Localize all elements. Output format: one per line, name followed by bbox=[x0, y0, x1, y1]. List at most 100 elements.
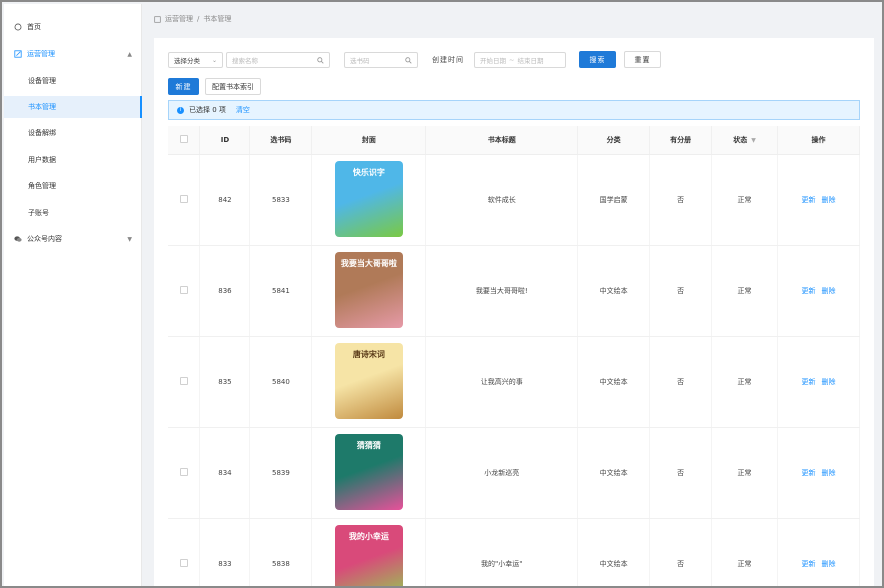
sidebar-item-roles[interactable]: 角色管理 bbox=[4, 175, 142, 197]
sidebar-item-label: 运营管理 bbox=[27, 50, 55, 58]
row-select-cell bbox=[168, 245, 201, 337]
cell-id: 836 bbox=[199, 245, 251, 337]
cell-actions: 更新 删除 bbox=[777, 336, 860, 428]
cell-status: 正常 bbox=[711, 518, 778, 586]
book-cover-image: 我要当大哥哥啦 bbox=[334, 251, 403, 328]
search-button[interactable]: 搜索 bbox=[579, 51, 616, 68]
column-header-status: 状态 ▼ bbox=[711, 126, 778, 155]
cell-volumes: 否 bbox=[649, 427, 713, 519]
row-checkbox[interactable] bbox=[179, 194, 188, 203]
row-select-cell bbox=[168, 336, 201, 428]
cover-title: 我要当大哥哥啦 bbox=[340, 258, 397, 268]
category-select[interactable]: 选择分类 ⌄ bbox=[168, 52, 223, 68]
sidebar-item-device[interactable]: 设备管理 bbox=[4, 70, 142, 92]
sidebar-item-unbind[interactable]: 设备解绑 bbox=[4, 122, 142, 144]
select-all-checkbox[interactable] bbox=[179, 134, 188, 143]
date-start: 开始日期 bbox=[480, 57, 506, 65]
update-link[interactable]: 更新 bbox=[802, 469, 816, 477]
update-link[interactable]: 更新 bbox=[802, 196, 816, 204]
cell-code: 5838 bbox=[249, 518, 313, 586]
cell-title: 我的"小幸运" bbox=[425, 518, 579, 586]
row-checkbox[interactable] bbox=[179, 467, 188, 476]
sidebar-item-label: 设备解绑 bbox=[28, 129, 56, 137]
cover-title: 我的小幸运 bbox=[348, 531, 389, 541]
row-select-cell bbox=[168, 518, 201, 586]
cover-title: 快乐识字 bbox=[352, 167, 385, 177]
sidebar-item-label: 书本管理 bbox=[28, 103, 56, 111]
sidebar-item-label: 子账号 bbox=[28, 209, 49, 217]
column-header-id: ID bbox=[199, 126, 251, 155]
cell-cover: 我要当大哥哥啦 bbox=[311, 245, 427, 337]
update-link[interactable]: 更新 bbox=[802, 378, 816, 386]
config-index-button[interactable]: 配置书本索引 bbox=[205, 78, 261, 95]
breadcrumb-parent[interactable]: 运营管理 bbox=[165, 14, 193, 24]
status-header-label: 状态 bbox=[733, 135, 748, 144]
cell-category: 中文绘本 bbox=[577, 336, 651, 428]
delete-link[interactable]: 删除 bbox=[822, 196, 836, 204]
sidebar-item-wechat[interactable]: 公众号内容 ▼ bbox=[4, 228, 142, 250]
cell-volumes: 否 bbox=[649, 518, 713, 586]
cell-code: 5840 bbox=[249, 336, 313, 428]
delete-link[interactable]: 删除 bbox=[822, 287, 836, 295]
update-link[interactable]: 更新 bbox=[802, 287, 816, 295]
book-cover-image: 唐诗宋词 bbox=[334, 342, 403, 419]
cell-cover: 猜猜猜 bbox=[311, 427, 427, 519]
sidebar-item-userdata[interactable]: 用户数据 bbox=[4, 149, 142, 171]
app-window: 首页 运营管理 ▲ 设备管理 书本管理 设备解绑 用户数据 角色管理 子账号 公… bbox=[0, 0, 884, 588]
column-header-category: 分类 bbox=[577, 126, 651, 155]
cell-volumes: 否 bbox=[649, 154, 713, 246]
table-row: 833 5838 我的小幸运 我的"小幸运" 中文绘本否正常 更新 删除 bbox=[168, 518, 860, 586]
row-checkbox[interactable] bbox=[179, 558, 188, 567]
book-cover-image: 我的小幸运 bbox=[334, 524, 403, 586]
delete-link[interactable]: 删除 bbox=[822, 469, 836, 477]
books-table: ID 选书码 封面 书本标题 分类 有分册 状态 ▼ 操作 842 5833 快乐识字… bbox=[168, 126, 860, 586]
edit-icon bbox=[14, 50, 22, 58]
row-select-cell bbox=[168, 154, 201, 246]
main-panel: 选择分类 ⌄ 搜索名称 选书码 创建时间 开始日期 ~ 结束日期 搜索 重置 新… bbox=[154, 38, 874, 586]
code-input[interactable]: 选书码 bbox=[344, 52, 418, 68]
column-header-volumes: 有分册 bbox=[649, 126, 713, 155]
delete-link[interactable]: 删除 bbox=[822, 378, 836, 386]
breadcrumb-separator: / bbox=[197, 15, 200, 23]
clear-selection-link[interactable]: 清空 bbox=[236, 105, 250, 115]
new-button[interactable]: 新建 bbox=[168, 78, 199, 95]
code-placeholder: 选书码 bbox=[350, 57, 370, 65]
cell-title: 我要当大哥哥啦! bbox=[425, 245, 579, 337]
sidebar-item-home[interactable]: 首页 bbox=[4, 16, 142, 38]
row-checkbox[interactable] bbox=[179, 376, 188, 385]
column-header-code: 选书码 bbox=[249, 126, 313, 155]
selection-alert: i 已选择 0 项 清空 bbox=[168, 100, 860, 120]
chevron-down-icon: ▼ bbox=[127, 235, 132, 243]
filter-icon[interactable]: ▼ bbox=[751, 137, 756, 144]
cell-category: 中文绘本 bbox=[577, 245, 651, 337]
breadcrumb-current: 书本管理 bbox=[203, 15, 232, 23]
chevron-down-icon: ⌄ bbox=[211, 56, 217, 64]
cell-status: 正常 bbox=[711, 427, 778, 519]
cell-cover: 我的小幸运 bbox=[311, 518, 427, 586]
cell-status: 正常 bbox=[711, 154, 778, 246]
update-link[interactable]: 更新 bbox=[802, 560, 816, 568]
table-row: 842 5833 快乐识字 软件成长 国学启蒙否正常 更新 删除 bbox=[168, 154, 860, 246]
delete-link[interactable]: 删除 bbox=[822, 560, 836, 568]
sidebar-item-books[interactable]: 书本管理 bbox=[4, 96, 142, 118]
row-checkbox[interactable] bbox=[179, 285, 188, 294]
search-input[interactable]: 搜索名称 bbox=[226, 52, 330, 68]
selection-count: 已选择 0 项 bbox=[189, 106, 226, 114]
cell-cover: 唐诗宋词 bbox=[311, 336, 427, 428]
reset-button[interactable]: 重置 bbox=[624, 51, 661, 68]
cover-title: 唐诗宋词 bbox=[352, 349, 385, 359]
date-range-picker[interactable]: 开始日期 ~ 结束日期 bbox=[474, 52, 566, 68]
cell-actions: 更新 删除 bbox=[777, 518, 860, 586]
date-separator: ~ bbox=[509, 56, 515, 64]
home-icon bbox=[14, 23, 22, 31]
sidebar-item-label: 公众号内容 bbox=[27, 235, 62, 243]
cell-title: 软件成长 bbox=[425, 154, 579, 246]
column-header-title: 书本标题 bbox=[425, 126, 579, 155]
sidebar-item-label: 首页 bbox=[27, 23, 41, 31]
cover-title: 猜猜猜 bbox=[356, 440, 381, 450]
cell-volumes: 否 bbox=[649, 336, 713, 428]
cell-actions: 更新 删除 bbox=[777, 154, 860, 246]
sidebar-item-label: 用户数据 bbox=[28, 156, 56, 164]
sidebar-item-subaccount[interactable]: 子账号 bbox=[4, 202, 142, 224]
sidebar-item-operations[interactable]: 运营管理 ▲ bbox=[4, 43, 142, 65]
